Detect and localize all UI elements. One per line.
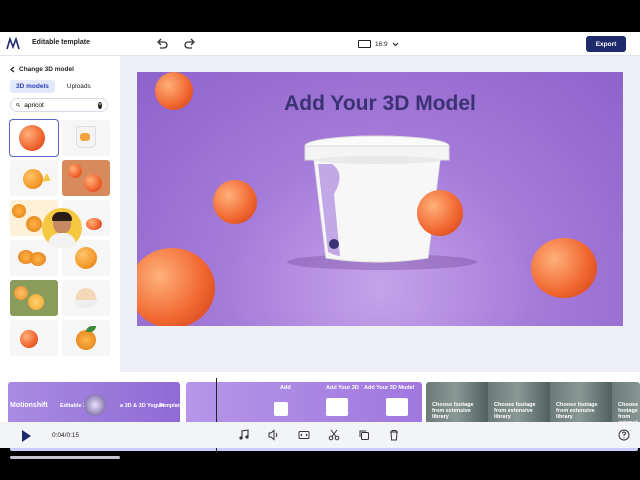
model-panel: Change 3D model 3D models Uploads × — [0, 56, 120, 372]
clip-cup-thumb-1 — [274, 402, 288, 416]
tab-3d-models[interactable]: 3D models — [10, 80, 55, 93]
search-icon — [16, 103, 21, 107]
clip-add-label: Add — [280, 385, 291, 391]
model-thumb-dessert-bowl[interactable] — [62, 280, 110, 316]
clip-cup-thumb-3 — [386, 398, 408, 416]
clip-add-label-3: Add Your 3D Model — [364, 385, 415, 391]
model-thumb-fruit-bowl[interactable] — [10, 280, 58, 316]
stage-area: Add Your 3D Model — [120, 56, 640, 372]
undo-icon[interactable] — [155, 37, 169, 51]
aspect-ratio-label: 16:9 — [375, 40, 388, 48]
clip-footage-label-2: Choose footage from extensive library — [494, 402, 536, 420]
chevron-down-icon — [392, 42, 399, 46]
clip-intro-orb — [84, 394, 106, 416]
clip-add-label-2: Add Your 3D — [326, 385, 359, 391]
search-input[interactable] — [24, 101, 95, 109]
template-title: Editable template — [32, 39, 90, 46]
timeline-scrollbar[interactable] — [10, 456, 120, 459]
clear-search-icon[interactable]: × — [98, 101, 102, 109]
model-thumb-yogurt[interactable] — [62, 120, 110, 156]
clip-footage-label-3: Choose footage from extensive library — [556, 402, 598, 420]
apricot-model-left[interactable] — [213, 180, 257, 224]
apricot-model-far-right[interactable] — [531, 238, 597, 298]
delete-trash-icon[interactable] — [388, 429, 400, 441]
motionshift-logo-icon[interactable] — [6, 37, 20, 51]
apricot-model-top-left[interactable] — [155, 72, 193, 110]
chevron-left-icon — [10, 66, 15, 73]
panel-tabs: 3D models Uploads — [10, 80, 97, 93]
split-scissors-icon[interactable] — [328, 429, 340, 441]
export-button[interactable]: Export — [586, 36, 626, 52]
aspect-frame-icon — [358, 40, 371, 48]
help-icon[interactable] — [618, 429, 630, 441]
model-search: × — [10, 98, 108, 112]
presenter-avatar — [42, 208, 82, 248]
model-thumb-apricot[interactable] — [9, 119, 59, 157]
redo-icon[interactable] — [183, 37, 197, 51]
model-thumb-apricot-cut[interactable] — [10, 320, 58, 356]
captions-icon[interactable] — [298, 429, 310, 441]
tab-uploads[interactable]: Uploads — [61, 80, 97, 93]
volume-icon[interactable] — [268, 429, 280, 441]
back-label: Change 3D model — [19, 66, 74, 73]
canvas-headline[interactable]: Add Your 3D Model — [137, 92, 623, 116]
clip-intro-brand: Motionshift — [10, 402, 48, 409]
model-thumb-apricot-slices[interactable] — [62, 160, 110, 196]
aspect-ratio-select[interactable]: 16:9 — [358, 38, 399, 50]
clip-intro-sub-3: Templat — [159, 403, 180, 409]
video-canvas[interactable]: Add Your 3D Model — [137, 72, 623, 326]
duplicate-icon[interactable] — [358, 429, 370, 441]
model-thumb-apricot-leaf[interactable] — [62, 320, 110, 356]
clip-intro-sub-2: a 3D & 3D Yogurt — [120, 403, 165, 409]
apricot-model-bottom-left[interactable] — [137, 248, 215, 326]
music-icon[interactable] — [238, 429, 250, 441]
editor-app: Editable template 16:9 Export Change 3D … — [0, 32, 640, 459]
timeline: Motionshift Editable 3D a 3D & 3D Yogurt… — [0, 372, 640, 459]
apricot-model-right[interactable] — [417, 190, 463, 236]
playback-bar: 0:04/0:15 — [0, 422, 640, 448]
playback-time: 0:04/0:15 — [52, 432, 80, 439]
change-model-back-button[interactable]: Change 3D model — [10, 66, 74, 73]
play-icon[interactable] — [22, 430, 31, 442]
clip-footage-label: Choose footage from extensive library — [432, 402, 474, 420]
clip-cup-thumb-2 — [326, 398, 348, 416]
top-bar: Editable template 16:9 Export — [0, 32, 640, 56]
